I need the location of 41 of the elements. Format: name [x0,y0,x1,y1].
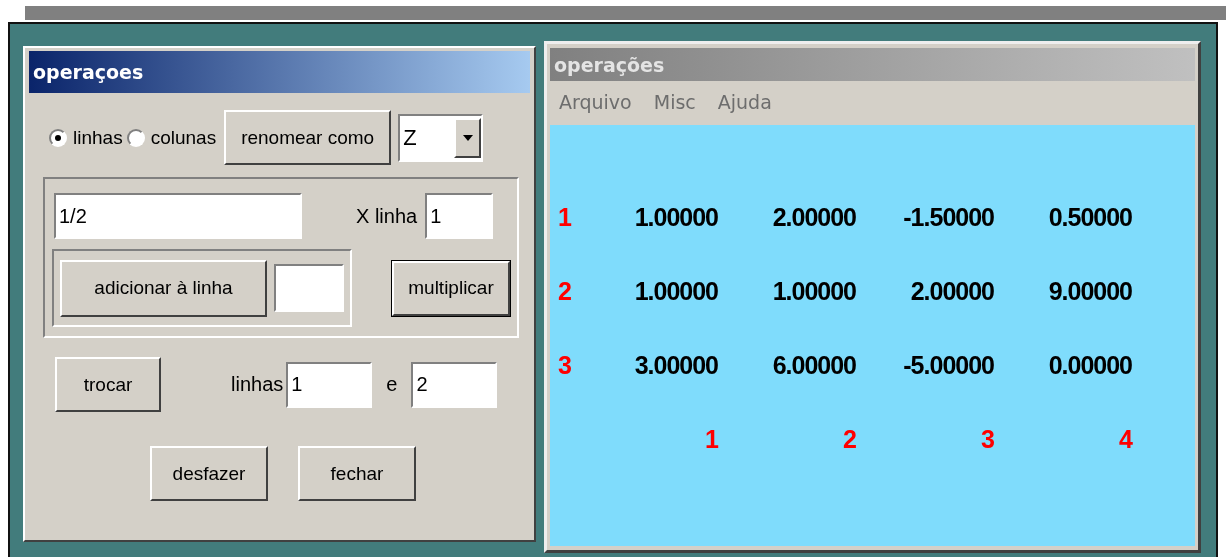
close-button[interactable]: fechar [298,446,416,501]
name-select[interactable]: Z [398,113,484,162]
matrix-value: 9.00000 [1047,277,1132,307]
swap-from-field[interactable]: 1 [286,361,373,408]
radio-button[interactable]: linhas [49,126,123,149]
row-number: 1 [558,203,573,233]
swap-to-field[interactable]: 2 [411,361,498,408]
column-number: 3 [980,425,994,455]
swap-button[interactable]: trocar [55,357,161,412]
undo-button[interactable]: desfazer [150,446,268,501]
window-title: operaçoes [29,51,530,93]
matrix-value: 1.00000 [633,277,718,307]
column-number: 4 [1118,425,1132,455]
rename-button[interactable]: renomear como [224,110,392,165]
multiply-button[interactable]: multiplicar [392,260,510,316]
matrix-value: 0.50000 [1047,203,1132,233]
matrix-value: 2.00000 [909,277,994,307]
column-number: 2 [842,425,856,455]
and-label: e [386,373,398,396]
matrix-value: 1.00000 [771,277,856,307]
add-field[interactable] [274,264,344,312]
select-value: Z [403,124,417,151]
add-button[interactable]: adicionar à linha [60,259,267,317]
radio-button[interactable]: colunas [126,126,217,149]
matrix-value: 3.00000 [633,351,718,381]
rows-label: linhas [231,373,284,396]
column-number: 1 [704,425,718,455]
matrix-value: -1.50000 [902,203,994,233]
matrix-value: 1.00000 [633,203,718,233]
matrix-value: 6.00000 [771,351,856,381]
row-field[interactable]: 1 [425,193,494,239]
window-title: operações [550,48,1195,81]
row-label: X linha [356,204,418,228]
radio-label: linhas [73,126,123,149]
factor-field[interactable]: 1/2 [54,193,302,239]
matrix-value: -5.00000 [902,351,994,381]
row-number: 3 [558,351,572,381]
matrix-value: 0.00000 [1047,351,1132,381]
matrix-value: 2.00000 [771,203,856,233]
row-number: 2 [558,277,572,307]
radio-label: colunas [150,126,217,149]
